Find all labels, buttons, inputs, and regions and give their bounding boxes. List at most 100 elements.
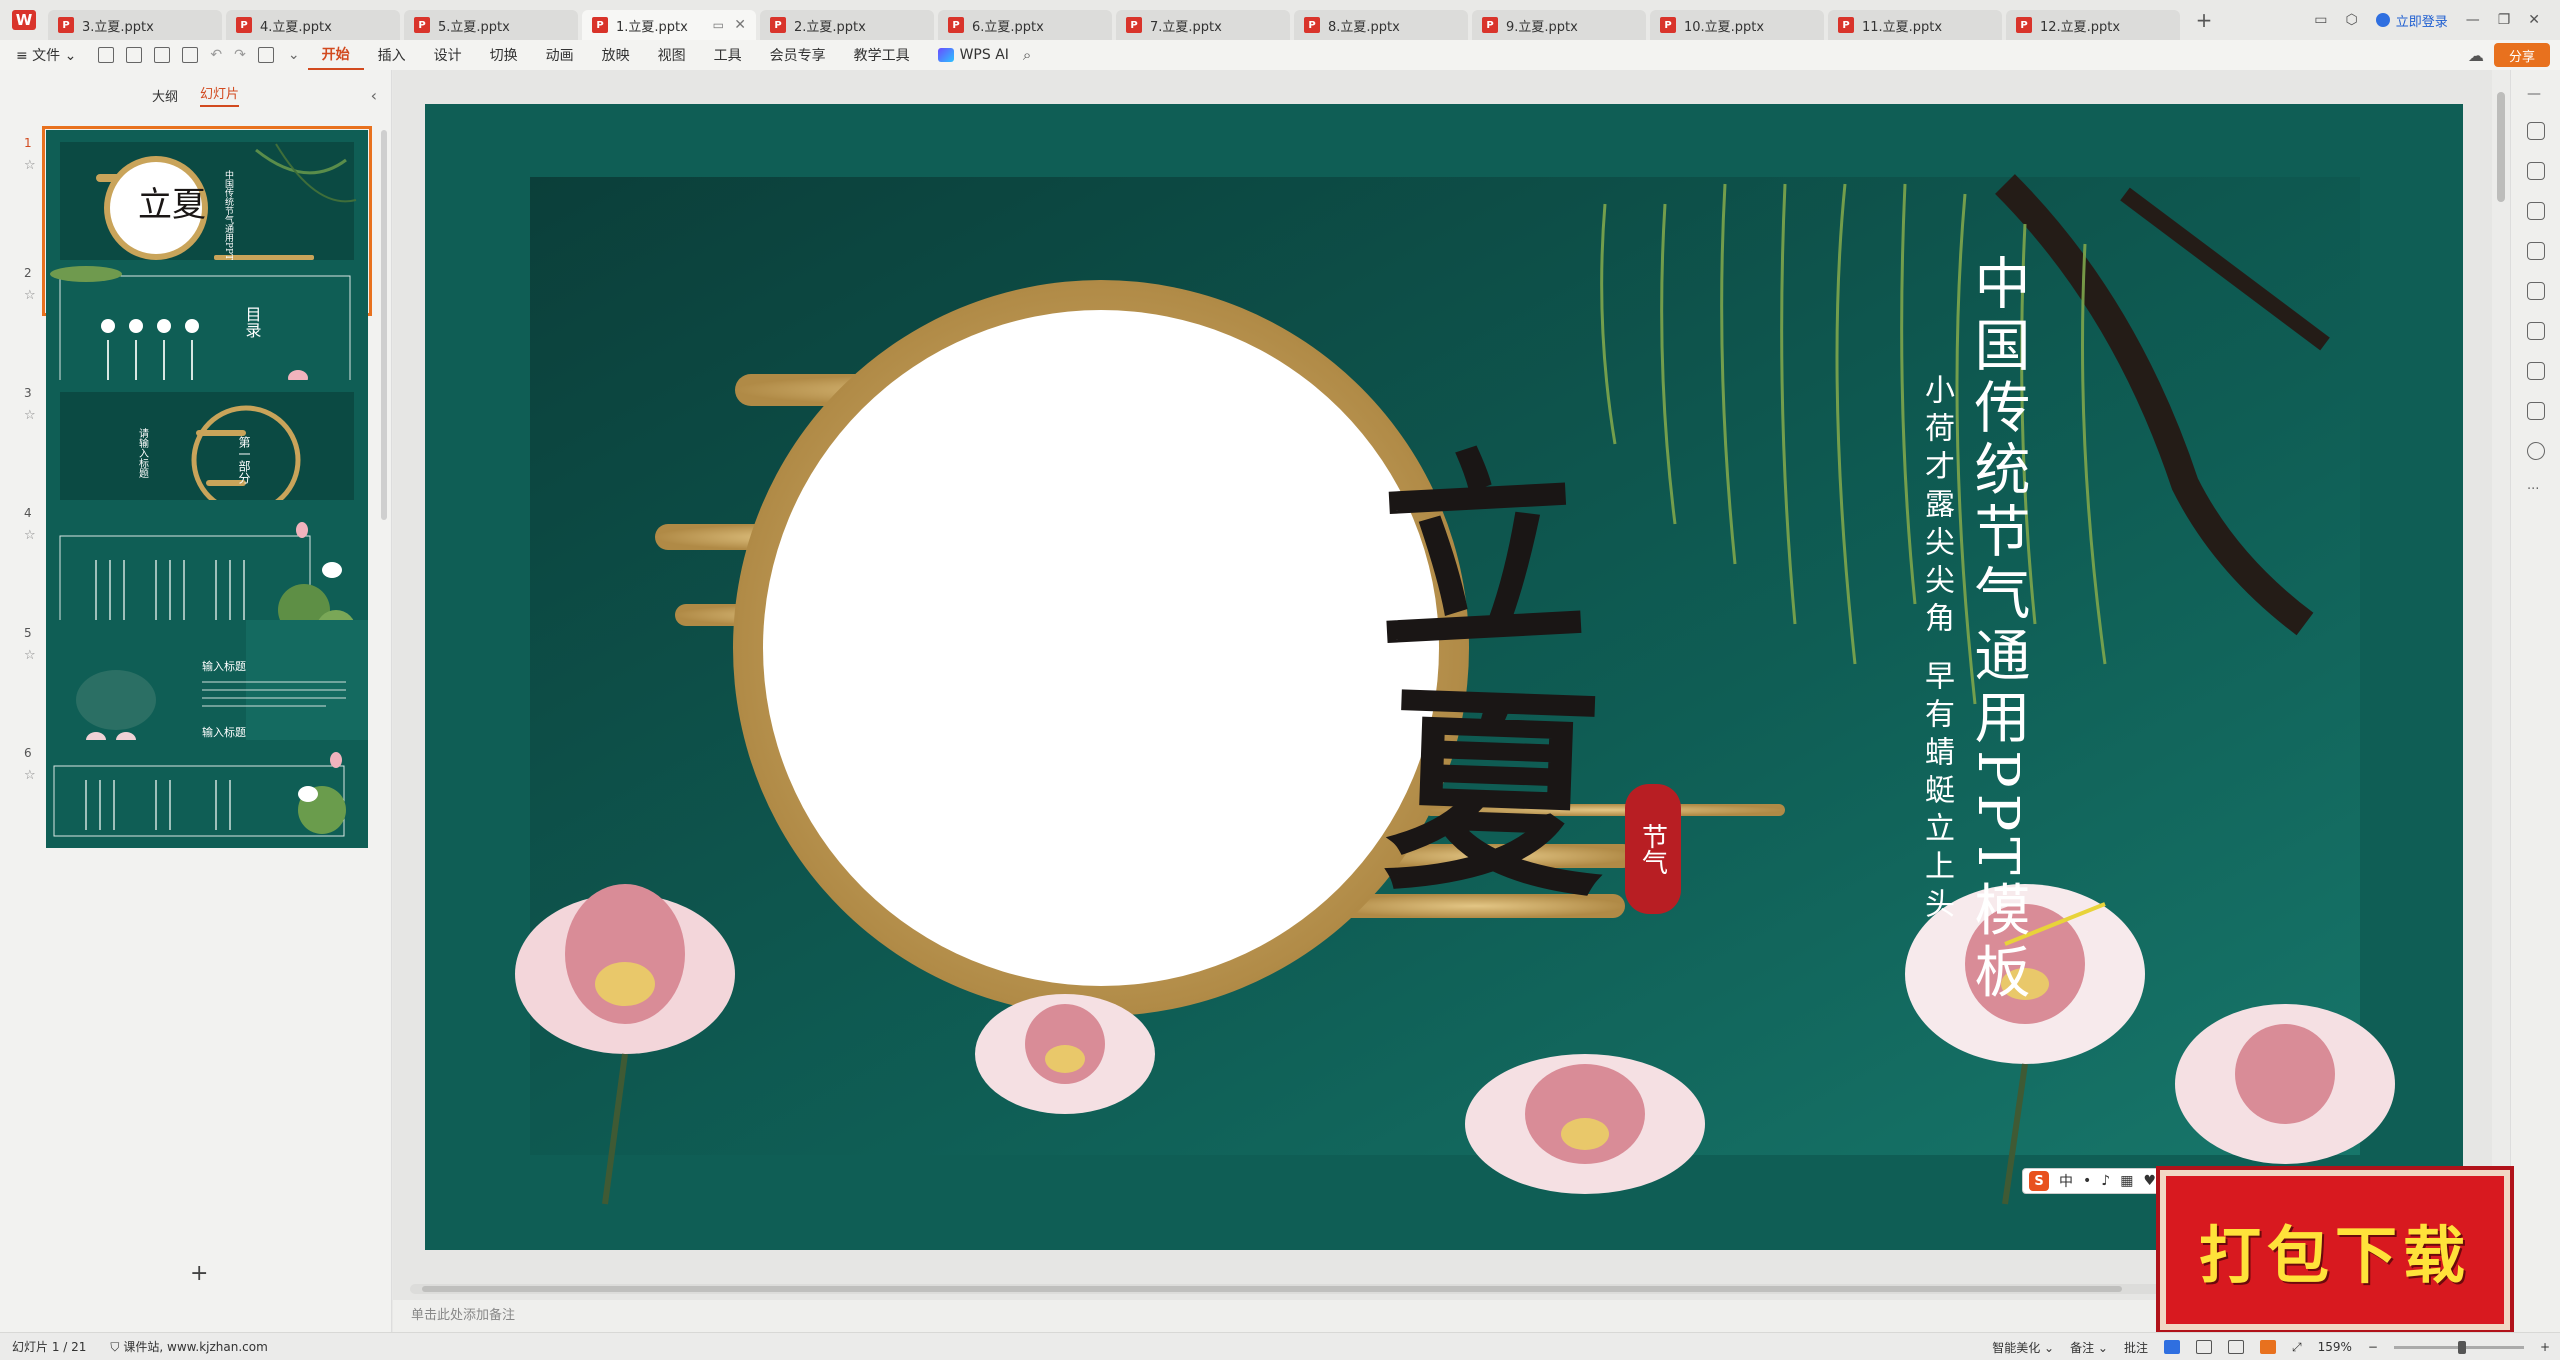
save-icon[interactable]	[98, 47, 115, 63]
zoom-slider[interactable]	[2393, 1340, 2524, 1354]
format-painter-icon[interactable]	[257, 47, 274, 63]
ime-punctuation-icon[interactable]: •	[2083, 1173, 2091, 1189]
document-tab[interactable]: P 6.立夏.pptx	[938, 10, 1112, 40]
redo-icon[interactable]: ↷	[234, 47, 246, 63]
menu-tab[interactable]: 视图	[644, 45, 700, 65]
restore-icon[interactable]: ❐	[2498, 12, 2511, 28]
file-menu[interactable]: ≡ 文件 ⌄	[0, 45, 92, 65]
menu-tab[interactable]: 放映	[588, 45, 644, 65]
export-pdf-icon[interactable]	[126, 47, 143, 63]
vertical-scrollbar[interactable]	[2492, 70, 2510, 1310]
site-info[interactable]: ⛉ 课件站, www.kjzhan.com	[98, 1338, 279, 1355]
slide-thumbnail-6[interactable]	[46, 740, 368, 848]
slide-thumbnail-row[interactable]: 6 ☆	[0, 740, 392, 926]
monitor-icon[interactable]: ▭	[713, 18, 724, 32]
slide-subtitle[interactable]: 小荷才露尖尖角早有蜻蜓立上头	[1919, 374, 1954, 926]
keyboard-icon[interactable]: ▦	[2120, 1173, 2133, 1189]
menu-tab[interactable]: 插入	[364, 45, 420, 65]
document-tab[interactable]: P 8.立夏.pptx	[1294, 10, 1468, 40]
collapse-panel-icon[interactable]: ‹	[371, 86, 377, 105]
star-icon[interactable]: ☆	[24, 528, 36, 543]
normal-view-icon[interactable]	[2163, 1340, 2180, 1354]
wps-ai-button[interactable]: WPS AI	[924, 47, 1023, 63]
document-tab[interactable]: P 12.立夏.pptx	[2006, 10, 2180, 40]
skin-icon[interactable]: ♥	[2143, 1173, 2156, 1189]
login-link[interactable]: 立即登录	[2375, 11, 2448, 30]
star-icon[interactable]: ☆	[24, 768, 36, 783]
microphone-icon[interactable]: ♪	[2101, 1173, 2110, 1189]
wps-logo[interactable]: W	[0, 0, 48, 40]
tab-slides[interactable]: 幻灯片	[200, 83, 240, 107]
comments-toggle[interactable]: 批注	[2124, 1339, 2148, 1356]
copy-icon[interactable]	[2527, 242, 2545, 260]
calligraphy-li[interactable]: 立	[1369, 425, 1592, 683]
menu-tab[interactable]: 教学工具	[840, 45, 924, 65]
zoom-level[interactable]: 159%	[2318, 1340, 2352, 1354]
tab-outline[interactable]: 大纲	[152, 86, 178, 105]
document-tab[interactable]: P 5.立夏.pptx	[404, 10, 578, 40]
menu-tab[interactable]: 动画	[532, 45, 588, 65]
tab-label: 10.立夏.pptx	[1684, 19, 1765, 35]
reading-view-icon[interactable]	[2227, 1340, 2244, 1354]
preview-icon[interactable]	[182, 47, 199, 63]
star-icon[interactable]: ☆	[24, 648, 36, 663]
close-tab-icon[interactable]: ✕	[734, 17, 746, 33]
document-tab[interactable]: P 11.立夏.pptx	[1828, 10, 2002, 40]
menu-tab[interactable]: 设计	[420, 45, 476, 65]
zoom-out-icon[interactable]: −	[2368, 1340, 2378, 1354]
share-button[interactable]: 分享	[2494, 43, 2550, 67]
palette-icon[interactable]	[2527, 282, 2545, 300]
undo-icon[interactable]: ↶	[210, 47, 222, 63]
minus-icon[interactable]: —	[2527, 86, 2545, 104]
ime-mode[interactable]: 中	[2059, 1171, 2073, 1191]
horizontal-scrollbar[interactable]	[410, 1284, 2170, 1294]
document-tab[interactable]: P 4.立夏.pptx	[226, 10, 400, 40]
add-slide-button[interactable]: +	[190, 1261, 208, 1286]
menu-tab[interactable]: 会员专享	[756, 45, 840, 65]
slide-sorter-icon[interactable]	[2195, 1340, 2212, 1354]
more-quick-icon[interactable]: ⌄	[288, 47, 300, 63]
menu-tab[interactable]: 开始	[307, 40, 364, 70]
settings-sliders-icon[interactable]	[2527, 122, 2545, 140]
cloud-sync-icon[interactable]: ☁	[2468, 46, 2484, 65]
help-icon[interactable]	[2527, 442, 2545, 460]
horizontal-scroll-thumb[interactable]	[422, 1286, 2122, 1292]
print-icon[interactable]	[154, 47, 171, 63]
slide-main-title[interactable]: 中国传统节气通用PPT模板	[1965, 254, 2030, 1005]
zoom-in-icon[interactable]: +	[2540, 1340, 2550, 1354]
minimize-icon[interactable]: —	[2466, 12, 2480, 28]
book-icon[interactable]	[2527, 362, 2545, 380]
slideshow-play-icon[interactable]	[2259, 1340, 2276, 1354]
document-tab[interactable]: P 7.立夏.pptx	[1116, 10, 1290, 40]
pointer-icon[interactable]	[2527, 162, 2545, 180]
search-icon[interactable]: ⌕	[1023, 46, 1031, 64]
current-slide[interactable]: 立 夏 节气 中国传统节气通用PPT模板 小荷才露尖尖角早有蜻蜓立上头	[425, 104, 2463, 1250]
pptx-file-icon: P	[1660, 17, 1676, 33]
close-window-icon[interactable]: ✕	[2528, 12, 2540, 28]
menu-tab[interactable]: 工具	[700, 45, 756, 65]
document-tab[interactable]: P 2.立夏.pptx	[760, 10, 934, 40]
new-tab-button[interactable]: +	[2184, 8, 2224, 32]
beautify-button[interactable]: 智能美化 ⌄	[1992, 1339, 2054, 1356]
star-icon[interactable]: ☆	[24, 288, 36, 303]
more-icon[interactable]: ···	[2527, 482, 2545, 500]
zoom-slider-knob[interactable]	[2457, 1340, 2466, 1354]
cube-icon[interactable]: ⬡	[2345, 12, 2357, 28]
download-banner[interactable]: 打包下载	[2160, 1170, 2510, 1330]
star-tool-icon[interactable]	[2527, 202, 2545, 220]
window-layout-icon[interactable]: ▭	[2314, 12, 2327, 28]
calligraphy-xia[interactable]: 夏	[1381, 660, 1610, 927]
star-icon[interactable]: ☆	[24, 408, 36, 423]
document-tab[interactable]: P 1.立夏.pptx ▭ ✕	[582, 10, 756, 40]
star-icon[interactable]: ☆	[24, 158, 36, 173]
document-tab[interactable]: P 3.立夏.pptx	[48, 10, 222, 40]
document-tab[interactable]: P 9.立夏.pptx	[1472, 10, 1646, 40]
document-tab[interactable]: P 10.立夏.pptx	[1650, 10, 1824, 40]
share-out-icon[interactable]	[2527, 402, 2545, 420]
fit-window-icon[interactable]: ⤢	[2292, 1340, 2302, 1355]
menu-tab[interactable]: 切换	[476, 45, 532, 65]
red-seal-stamp[interactable]: 节气	[1625, 784, 1681, 914]
notes-toggle[interactable]: 备注 ⌄	[2070, 1339, 2108, 1356]
vertical-scroll-thumb[interactable]	[2497, 92, 2505, 202]
tools-icon[interactable]	[2527, 322, 2545, 340]
